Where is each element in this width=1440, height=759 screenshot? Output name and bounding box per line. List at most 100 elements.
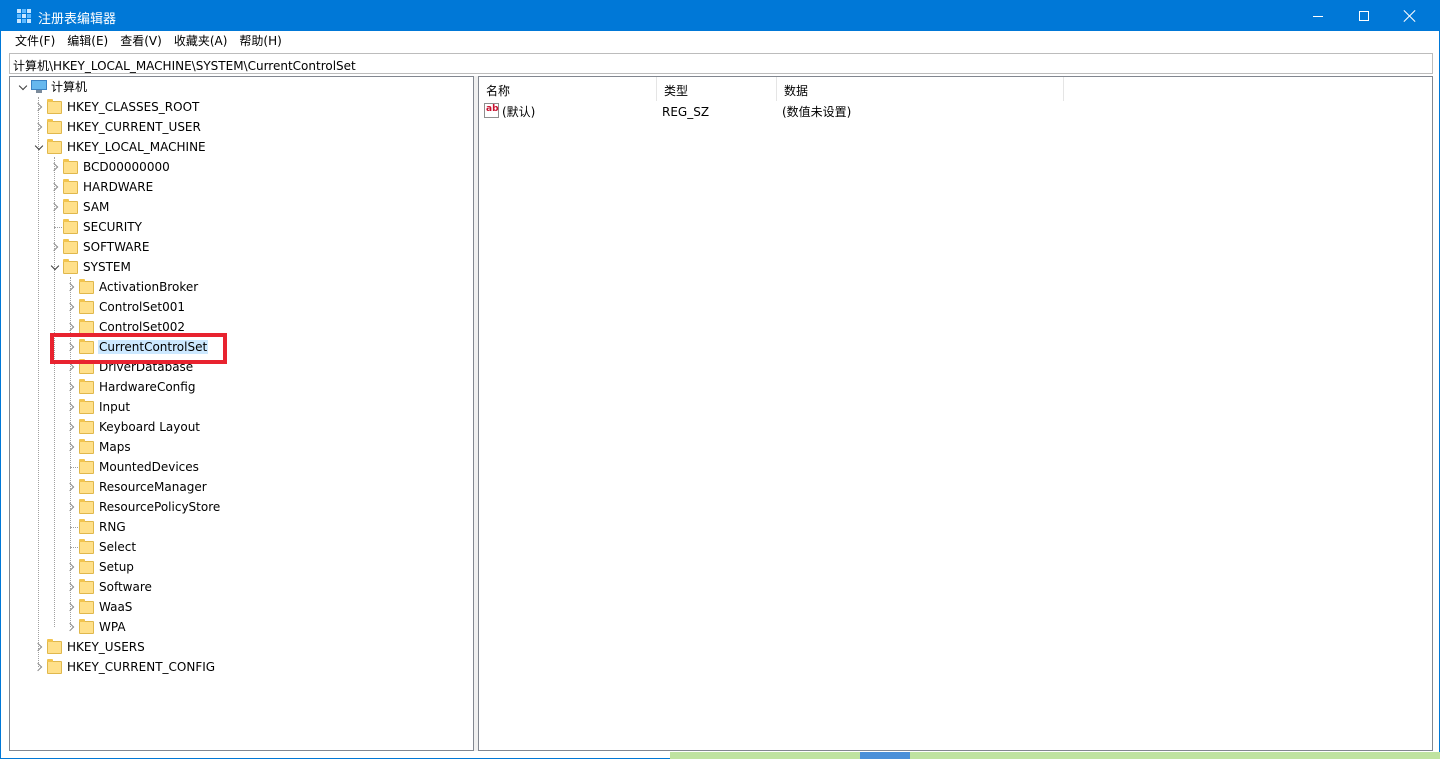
column-header-name[interactable]: 名称 <box>479 77 657 101</box>
tree-node-label: ActivationBroker <box>99 280 199 294</box>
tree-node-wpa[interactable]: WPA <box>10 617 470 637</box>
tree-node-system-software[interactable]: Software <box>10 577 470 597</box>
expand-chevron-icon[interactable] <box>66 502 76 512</box>
folder-icon <box>79 559 94 574</box>
tree-node-activationbroker[interactable]: ActivationBroker <box>10 277 470 297</box>
expand-chevron-icon[interactable] <box>66 622 76 632</box>
taskbar-active-item[interactable] <box>860 752 910 759</box>
folder-icon <box>79 339 94 354</box>
tree-node-rng[interactable]: RNG <box>10 517 470 537</box>
tree-node-hkey-users[interactable]: HKEY_USERS <box>10 637 470 657</box>
value-data: (数值未设置) <box>782 105 852 119</box>
expand-chevron-icon[interactable] <box>66 362 76 372</box>
expand-chevron-icon[interactable] <box>66 562 76 572</box>
address-bar[interactable]: 计算机\HKEY_LOCAL_MACHINE\SYSTEM\CurrentCon… <box>9 53 1433 74</box>
tree-node-label: SAM <box>83 200 110 214</box>
expand-chevron-icon[interactable] <box>66 422 76 432</box>
tree-node-label: DriverDatabase <box>99 360 194 374</box>
tree-node-label: HKEY_CLASSES_ROOT <box>67 100 200 114</box>
tree-node-sam[interactable]: SAM <box>10 197 470 217</box>
expand-chevron-icon[interactable] <box>66 602 76 612</box>
folder-icon <box>79 539 94 554</box>
minimize-icon <box>1313 15 1323 17</box>
menu-edit[interactable]: 编辑(E) <box>61 31 114 52</box>
folder-icon <box>79 619 94 634</box>
expand-chevron-icon[interactable] <box>50 182 60 192</box>
menu-favorites[interactable]: 收藏夹(A) <box>168 31 234 52</box>
tree-node-maps[interactable]: Maps <box>10 437 470 457</box>
expand-chevron-icon[interactable] <box>34 122 44 132</box>
menu-help[interactable]: 帮助(H) <box>233 31 287 52</box>
tree-node-hkey-classes-root[interactable]: HKEY_CLASSES_ROOT <box>10 97 470 117</box>
collapse-chevron-icon[interactable] <box>34 142 44 152</box>
expand-chevron-icon[interactable] <box>34 662 44 672</box>
tree-node-security[interactable]: SECURITY <box>10 217 470 237</box>
values-list-pane[interactable]: 名称 类型 数据 ab (默认) REG_SZ (数值未设置) <box>478 76 1433 751</box>
expand-chevron-icon[interactable] <box>66 382 76 392</box>
address-path[interactable]: 计算机\HKEY_LOCAL_MACHINE\SYSTEM\CurrentCon… <box>13 57 356 74</box>
folder-icon <box>79 579 94 594</box>
folder-icon <box>63 199 78 214</box>
tree-node-keyboard-layout[interactable]: Keyboard Layout <box>10 417 470 437</box>
tree-node-mounteddevices[interactable]: MountedDevices <box>10 457 470 477</box>
key-tree-pane[interactable]: 计算机 HKEY_CLASSES_ROOT HKEY_CURRENT_USER … <box>9 76 474 751</box>
tree-node-select[interactable]: Select <box>10 537 470 557</box>
tree-node-label: Software <box>99 580 152 594</box>
tree-node-label: 计算机 <box>51 80 88 94</box>
tree-node-resourcemanager[interactable]: ResourceManager <box>10 477 470 497</box>
expand-chevron-icon[interactable] <box>66 322 76 332</box>
column-header-type[interactable]: 类型 <box>657 77 777 101</box>
minimize-button[interactable] <box>1295 1 1341 31</box>
value-name: (默认) <box>502 105 536 119</box>
tree-node-label: SECURITY <box>83 220 142 234</box>
tree-node-hardwareconfig[interactable]: HardwareConfig <box>10 377 470 397</box>
folder-icon <box>63 239 78 254</box>
tree-node-input[interactable]: Input <box>10 397 470 417</box>
expand-chevron-icon[interactable] <box>50 242 60 252</box>
tree-node-bcd[interactable]: BCD00000000 <box>10 157 470 177</box>
expand-chevron-icon[interactable] <box>50 202 60 212</box>
expand-chevron-icon[interactable] <box>66 302 76 312</box>
expand-chevron-icon[interactable] <box>66 442 76 452</box>
regedit-app-icon <box>17 9 31 23</box>
maximize-button[interactable] <box>1341 1 1387 31</box>
tree-node-waas[interactable]: WaaS <box>10 597 470 617</box>
expand-chevron-icon[interactable] <box>50 162 60 172</box>
tree-node-hkey-current-config[interactable]: HKEY_CURRENT_CONFIG <box>10 657 470 677</box>
expand-chevron-icon[interactable] <box>34 102 44 112</box>
tree-node-system[interactable]: SYSTEM <box>10 257 470 277</box>
close-button[interactable] <box>1387 1 1433 31</box>
tree-node-label: ResourceManager <box>99 480 207 494</box>
tree-node-hkey-local-machine[interactable]: HKEY_LOCAL_MACHINE <box>10 137 470 157</box>
tree-node-setup[interactable]: Setup <box>10 557 470 577</box>
tree-node-controlset001[interactable]: ControlSet001 <box>10 297 470 317</box>
tree-guide-line <box>54 227 62 228</box>
tree-node-computer[interactable]: 计算机 <box>10 77 470 97</box>
tree-node-currentcontrolset[interactable]: CurrentControlSet <box>10 337 470 357</box>
tree-node-label: WPA <box>99 620 126 634</box>
tree-node-resourcepolicystore[interactable]: ResourcePolicyStore <box>10 497 470 517</box>
menu-file[interactable]: 文件(F) <box>9 31 61 52</box>
tree-node-hkey-current-user[interactable]: HKEY_CURRENT_USER <box>10 117 470 137</box>
expand-chevron-icon[interactable] <box>66 482 76 492</box>
menu-view[interactable]: 查看(V) <box>114 31 168 52</box>
expand-chevron-icon[interactable] <box>34 642 44 652</box>
folder-icon <box>63 219 78 234</box>
tree-node-label: RNG <box>99 520 126 534</box>
collapse-chevron-icon[interactable] <box>18 82 28 92</box>
folder-icon <box>79 439 94 454</box>
expand-chevron-icon[interactable] <box>66 282 76 292</box>
expand-chevron-icon[interactable] <box>66 342 76 352</box>
registry-editor-window: 注册表编辑器 文件(F) 编辑(E) 查看(V) 收藏夹(A) 帮助(H) 计算… <box>0 0 1440 759</box>
folder-icon <box>63 179 78 194</box>
maximize-icon <box>1359 11 1369 21</box>
expand-chevron-icon[interactable] <box>66 582 76 592</box>
tree-node-controlset002[interactable]: ControlSet002 <box>10 317 470 337</box>
tree-node-driverdatabase[interactable]: DriverDatabase <box>10 357 470 377</box>
column-header-data[interactable]: 数据 <box>777 77 1064 101</box>
tree-node-hardware[interactable]: HARDWARE <box>10 177 470 197</box>
title-bar[interactable]: 注册表编辑器 <box>1 1 1439 31</box>
expand-chevron-icon[interactable] <box>66 402 76 412</box>
tree-node-software[interactable]: SOFTWARE <box>10 237 470 257</box>
collapse-chevron-icon[interactable] <box>50 262 60 272</box>
